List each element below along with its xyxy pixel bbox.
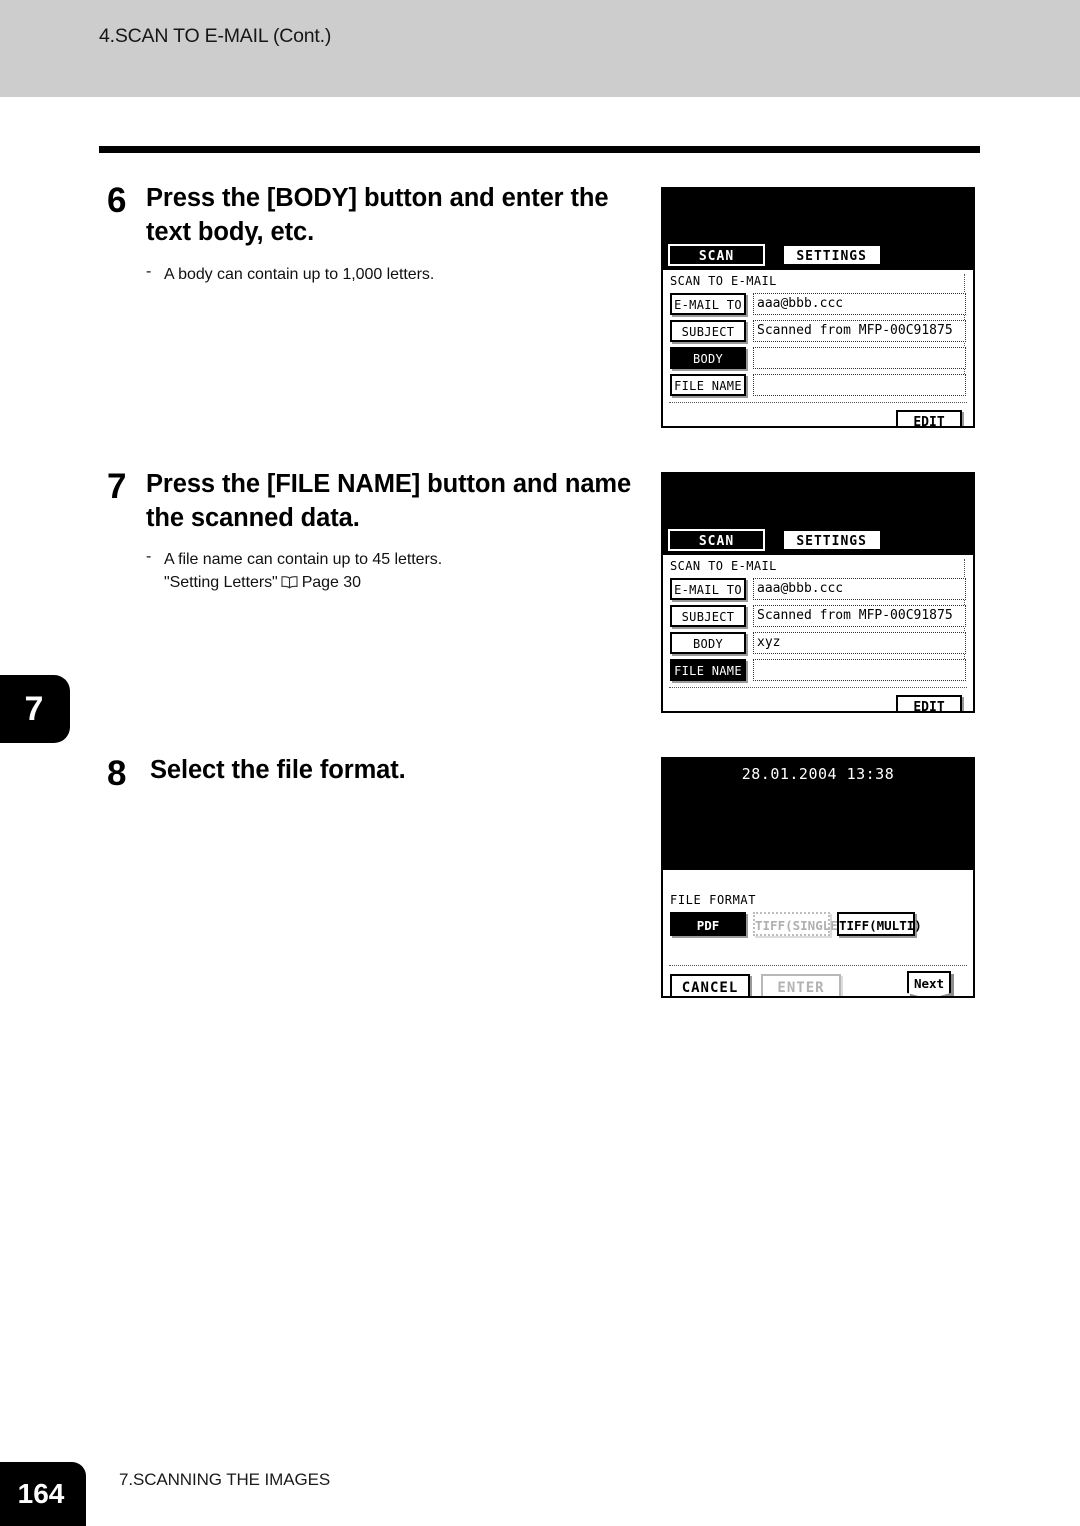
header-divider-rule — [99, 146, 980, 153]
lcd1-value-subject[interactable]: Scanned from MFP-00C91875 — [753, 320, 966, 342]
lcd-screen-scan-to-email-filename[interactable]: SCAN SETTINGS SCAN TO E-MAIL E-MAIL TO a… — [661, 472, 975, 713]
lcd2-button-subject[interactable]: SUBJECT — [670, 605, 746, 627]
lcd1-button-email-to[interactable]: E-MAIL TO — [670, 293, 746, 315]
step-7-number: 7 — [107, 467, 127, 506]
lcd3-bottom-separator — [669, 965, 967, 966]
step-7-title: Press the [FILE NAME] button and name th… — [146, 470, 632, 532]
lcd2-button-email-to[interactable]: E-MAIL TO — [670, 578, 746, 600]
lcd2-value-email-to[interactable]: aaa@bbb.ccc — [753, 578, 966, 600]
step-7-reference-page: Page 30 — [301, 574, 361, 591]
step-7-note: A file name can contain up to 45 letters… — [164, 551, 443, 568]
book-icon — [281, 573, 298, 596]
step-7-reference-label: "Setting Letters" — [164, 574, 278, 591]
lcd3-cancel-button[interactable]: CANCEL — [670, 974, 750, 996]
lcd1-button-body[interactable]: BODY — [670, 347, 746, 369]
lcd2-caption: SCAN TO E-MAIL — [670, 559, 777, 573]
lcd3-next-button[interactable]: Next — [907, 971, 951, 996]
page-section-title: 4.SCAN TO E-MAIL (Cont.) — [99, 25, 332, 47]
lcd1-tab-settings[interactable]: SETTINGS — [781, 244, 882, 266]
chapter-tab-marker: 7 — [0, 675, 70, 743]
lcd2-tab-settings[interactable]: SETTINGS — [781, 529, 882, 551]
lcd2-button-file-name[interactable]: FILE NAME — [670, 659, 746, 681]
lcd2-edit-button[interactable]: EDIT — [896, 695, 962, 711]
lcd-screen-scan-to-email-body[interactable]: SCAN SETTINGS SCAN TO E-MAIL E-MAIL TO a… — [661, 187, 975, 428]
step-7-note-reference: "Setting Letters" Page 30 — [164, 571, 634, 596]
lcd-screen-file-format[interactable]: 28.01.2004 13:38 FILE FORMAT PDF TIFF(SI… — [661, 757, 975, 998]
lcd2-value-body[interactable]: xyz — [753, 632, 966, 654]
lcd1-edit-button[interactable]: EDIT — [896, 410, 962, 426]
lcd1-tab-row: SCAN SETTINGS — [668, 244, 889, 267]
lcd1-caption: SCAN TO E-MAIL — [670, 274, 777, 288]
lcd3-body: FILE FORMAT PDF TIFF(SINGLE) TIFF(MULTI)… — [663, 870, 973, 996]
step-6-note: A body can contain up to 1,000 letters. — [164, 266, 435, 283]
lcd1-value-file-name[interactable] — [753, 374, 966, 396]
step-6-title: Press the [BODY] button and enter the te… — [146, 184, 609, 246]
lcd3-enter-button: ENTER — [761, 974, 841, 996]
lcd2-value-file-name[interactable] — [753, 659, 966, 681]
lcd3-format-button-tiff-single: TIFF(SINGLE) — [753, 912, 845, 936]
lcd2-value-subject[interactable]: Scanned from MFP-00C91875 — [753, 605, 966, 627]
step-6-note-dash: - — [146, 263, 152, 280]
lcd3-format-button-pdf[interactable]: PDF — [670, 912, 746, 936]
footer-page-number: 164 — [17, 1478, 65, 1509]
step-8-title: Select the file format. — [150, 756, 406, 784]
footer-page-number-box: 164 — [0, 1462, 86, 1526]
lcd3-clock: 28.01.2004 13:38 — [741, 765, 895, 783]
lcd2-tab-row: SCAN SETTINGS — [668, 529, 889, 552]
lcd1-value-email-to[interactable]: aaa@bbb.ccc — [753, 293, 966, 315]
lcd3-status-area: 28.01.2004 13:38 — [663, 759, 973, 870]
lcd1-body: SCAN TO E-MAIL E-MAIL TO aaa@bbb.ccc SUB… — [663, 270, 973, 426]
lcd3-file-format-label: FILE FORMAT — [670, 893, 757, 907]
lcd2-tab-scan[interactable]: SCAN — [668, 529, 765, 551]
step-7-note-dash: - — [146, 548, 152, 565]
lcd2-button-body[interactable]: BODY — [670, 632, 746, 654]
lcd2-body: SCAN TO E-MAIL E-MAIL TO aaa@bbb.ccc SUB… — [663, 555, 973, 711]
lcd2-horizontal-separator — [669, 687, 967, 688]
step-6-number: 6 — [107, 181, 127, 220]
lcd1-horizontal-separator — [669, 402, 967, 403]
chapter-tab-number: 7 — [24, 689, 44, 728]
footer-chapter-text: 7.SCANNING THE IMAGES — [119, 1470, 331, 1489]
lcd1-tab-scan[interactable]: SCAN — [668, 244, 765, 266]
lcd1-button-subject[interactable]: SUBJECT — [670, 320, 746, 342]
lcd1-button-file-name[interactable]: FILE NAME — [670, 374, 746, 396]
lcd1-value-body[interactable] — [753, 347, 966, 369]
step-8-number: 8 — [107, 754, 127, 793]
lcd3-format-button-tiff-multi[interactable]: TIFF(MULTI) — [837, 912, 922, 936]
page-header-band — [0, 0, 1080, 97]
